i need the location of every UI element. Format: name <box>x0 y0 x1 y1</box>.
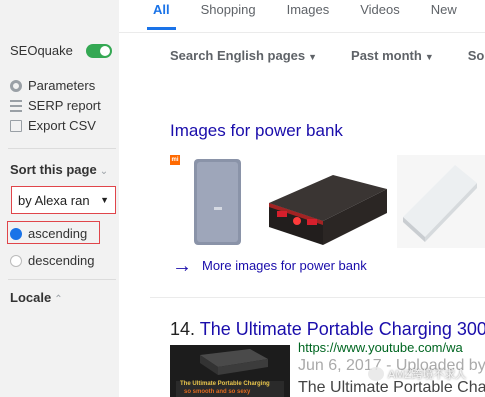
filter-time-label: Past month <box>351 48 422 63</box>
list-icon <box>10 99 22 112</box>
wechat-icon <box>368 367 384 381</box>
sort-select[interactable]: by Alexa ran ▼ <box>11 186 116 214</box>
image-thumbnail[interactable] <box>397 155 485 248</box>
sort-heading[interactable]: Sort this page ⌄ <box>10 162 108 177</box>
sidebar-divider <box>8 148 116 149</box>
tab-all[interactable]: All <box>147 0 176 30</box>
menu-serp-report[interactable]: SERP report <box>10 98 101 113</box>
locale-heading[interactable]: Locale ⌃ <box>10 290 63 305</box>
watermark: AMZ跨境不求人 <box>368 366 466 382</box>
result-title: 14. The Ultimate Portable Charging 300 <box>170 319 485 340</box>
radio-ascending[interactable]: ascending <box>10 226 87 241</box>
section-divider <box>150 297 485 298</box>
thumb-caption: so smooth and so sexy <box>184 389 251 395</box>
caret-down-icon: ▼ <box>308 52 318 62</box>
radio-descending-label: descending <box>28 253 95 268</box>
radio-unselected-icon <box>10 254 22 267</box>
gear-icon <box>10 79 22 92</box>
filter-language[interactable]: Search English pages ▼ <box>170 48 317 63</box>
menu-parameters-label: Parameters <box>28 78 96 93</box>
locale-heading-label: Locale <box>10 290 52 305</box>
filter-language-label: Search English pages <box>170 48 306 63</box>
dropdown-arrow-icon: ▼ <box>100 195 109 205</box>
result-url[interactable]: https://www.youtube.com/wa <box>298 340 463 355</box>
menu-export-csv-label: Export CSV <box>28 118 96 133</box>
watermark-text: AMZ跨境不求人 <box>388 369 467 381</box>
chevron-down-icon: ⌄ <box>99 166 109 177</box>
seoquake-toggle[interactable] <box>86 44 112 58</box>
menu-serp-report-label: SERP report <box>28 98 101 113</box>
filter-sort-label: Sorte <box>467 48 485 63</box>
chevron-up-icon: ⌃ <box>54 294 63 305</box>
menu-export-csv[interactable]: Export CSV <box>10 118 96 133</box>
search-tabs: All Shopping Images Videos New <box>147 0 485 32</box>
more-images-link[interactable]: → More images for power bank <box>172 254 367 277</box>
menu-parameters[interactable]: Parameters <box>10 78 95 93</box>
radio-descending[interactable]: descending <box>10 253 95 268</box>
tabs-divider <box>119 32 485 33</box>
tab-images[interactable]: Images <box>287 0 330 30</box>
thumb-caption: The Ultimate Portable Charging <box>180 381 270 387</box>
sort-heading-label: Sort this page <box>10 162 97 177</box>
filter-sort[interactable]: Sorte <box>468 48 485 63</box>
images-heading[interactable]: Images for power bank <box>170 121 343 141</box>
radio-selected-icon <box>10 227 22 240</box>
image-thumbnail[interactable]: mi <box>170 155 254 248</box>
search-tools: Search English pages▼ Past month▼ Sorte <box>170 48 485 63</box>
radio-ascending-label: ascending <box>28 226 88 241</box>
export-icon <box>10 119 22 132</box>
sidebar-divider <box>8 279 116 280</box>
sort-select-value: by Alexa ran <box>18 192 90 208</box>
seoquake-title: SEOquake <box>10 43 73 58</box>
tab-news[interactable]: New <box>431 0 457 30</box>
result-number: 14. <box>170 319 196 339</box>
arrow-right-icon: → <box>172 254 192 277</box>
more-images-label: More images for power bank <box>202 258 367 273</box>
tab-videos[interactable]: Videos <box>360 0 400 30</box>
image-thumbnail[interactable] <box>263 155 390 248</box>
filter-time[interactable]: Past month ▼ <box>351 48 434 63</box>
tab-shopping[interactable]: Shopping <box>201 0 256 30</box>
caret-down-icon: ▼ <box>424 52 434 62</box>
video-thumbnail[interactable]: The Ultimate Portable Charging so smooth… <box>170 345 290 397</box>
result-link[interactable]: The Ultimate Portable Charging 300 <box>200 319 485 339</box>
toggle-knob <box>100 46 110 56</box>
seoquake-sidebar: SEOquake Parameters SERP report Export C… <box>0 0 119 397</box>
